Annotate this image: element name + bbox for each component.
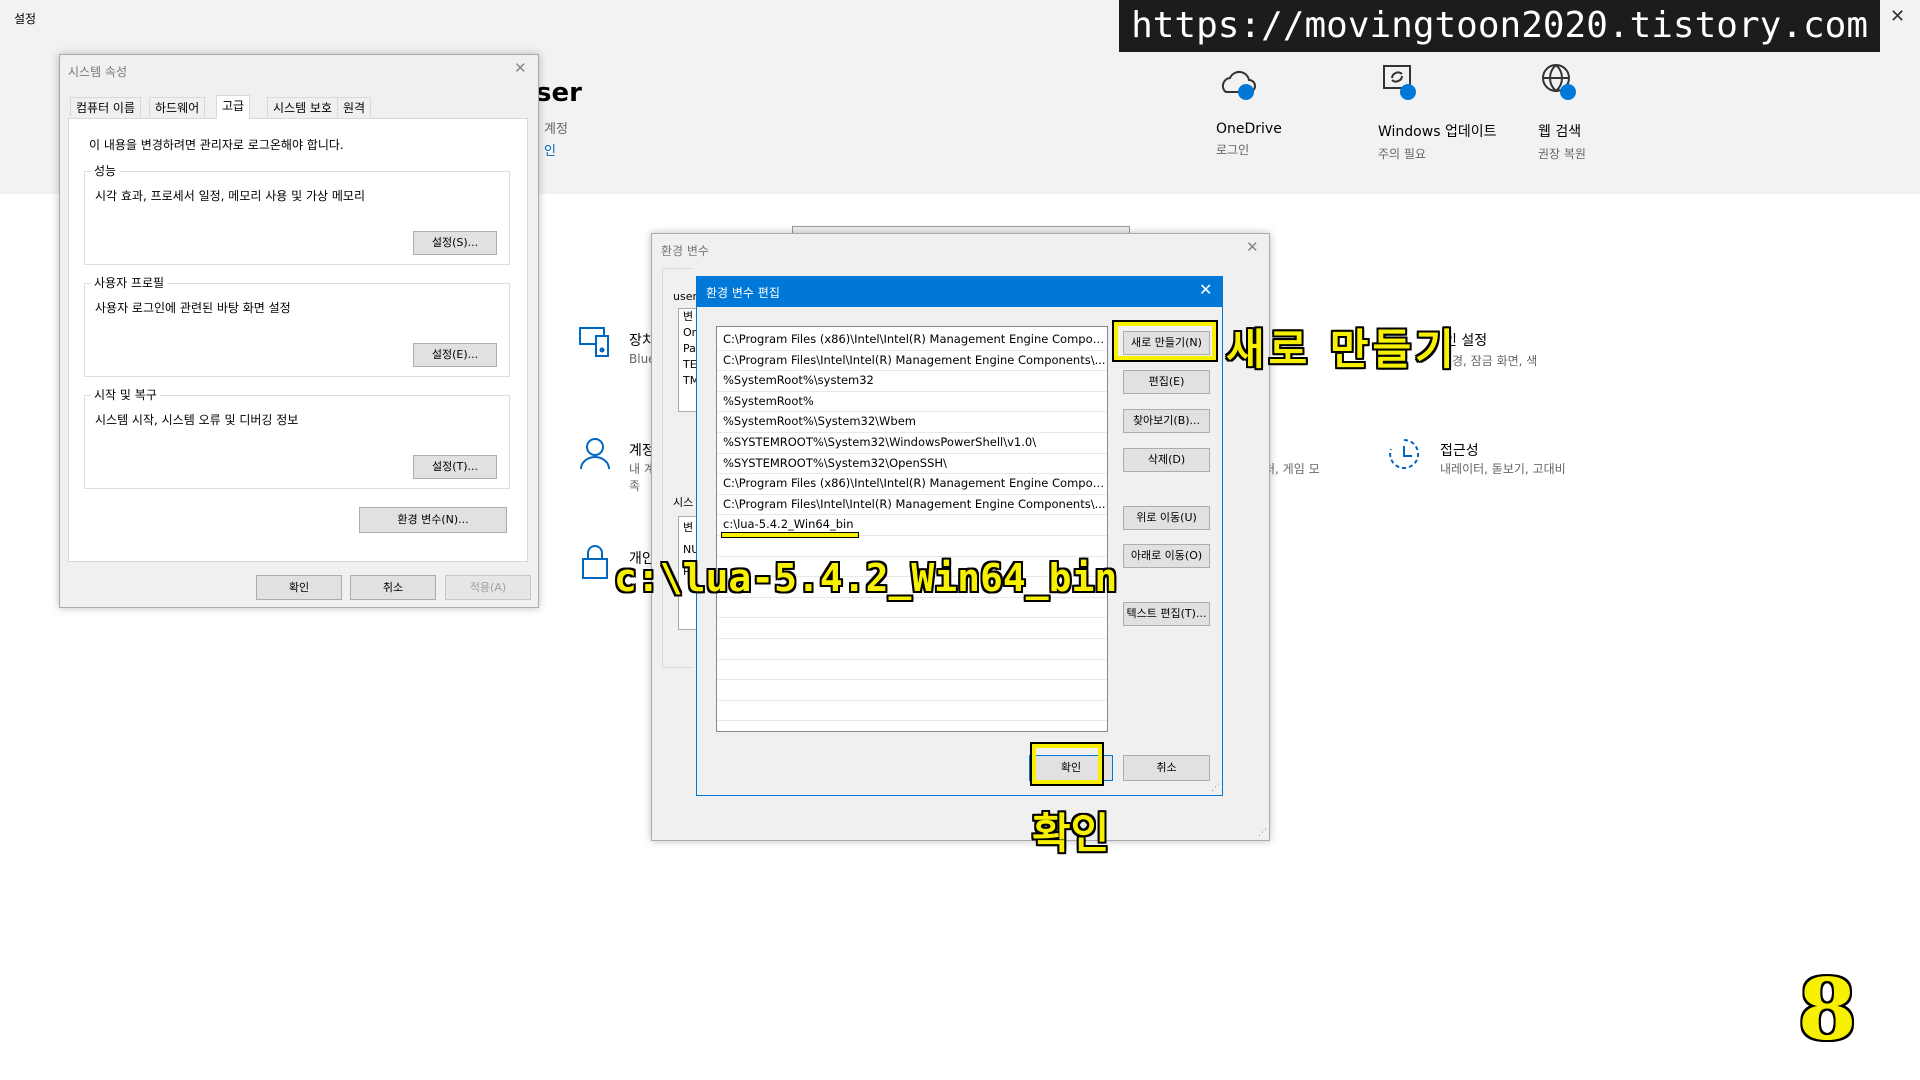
new-annotation: 새로 만들기 (1226, 325, 1458, 374)
empty-row (717, 639, 1107, 660)
system-properties-tabs: 컴퓨터 이름 하드웨어 고급 시스템 보호 원격 (70, 95, 530, 119)
blog-url-banner: https://movingtoon2020.tistory.com (1119, 0, 1880, 52)
resize-grip-icon[interactable]: ⋰ (1258, 828, 1267, 838)
system-properties-dialog: 시스템 속성 ✕ 컴퓨터 이름 하드웨어 고급 시스템 보호 원격 이 내용을 … (59, 54, 539, 608)
ok-button-highlight (1030, 742, 1104, 786)
accessibility-icon (1389, 438, 1420, 469)
environment-variables-title: 환경 변수 (661, 244, 709, 258)
edit-button[interactable]: 편집(E) (1123, 370, 1210, 394)
path-entry[interactable]: %SYSTEMROOT%\System32\OpenSSH\ (717, 454, 1107, 475)
user-profile-settings-button[interactable]: 설정(E)... (413, 343, 497, 367)
tab-hardware[interactable]: 하드웨어 (149, 97, 206, 117)
performance-settings-button[interactable]: 설정(S)... (413, 231, 497, 255)
windows-update-icon (1383, 65, 1416, 100)
system-variables-label: 시스 (673, 496, 694, 509)
person-icon (580, 438, 610, 470)
new-entry-underline (721, 532, 859, 538)
category-personalization-sub: 경, 잠금 화면, 색 (1452, 354, 1538, 368)
path-entry[interactable]: C:\Program Files\Intel\Intel(R) Manageme… (717, 351, 1107, 372)
devices-icon (579, 327, 609, 357)
empty-row (717, 680, 1107, 701)
empty-row (717, 721, 1107, 731)
step-number: 8 (1798, 960, 1857, 1059)
tile-onedrive-sub: 로그인 (1216, 143, 1250, 157)
edit-env-resize-grip-icon[interactable]: ⋰ (1211, 783, 1220, 793)
empty-row (717, 618, 1107, 639)
category-privacy[interactable] (580, 544, 610, 583)
empty-row (717, 598, 1107, 619)
admin-note: 이 내용을 변경하려면 관리자로 로그온해야 합니다. (89, 138, 344, 152)
performance-desc: 시각 효과, 프로세서 일정, 메모리 사용 및 가상 메모리 (95, 189, 365, 203)
category-accounts-sub2: 족 (629, 479, 641, 493)
onedrive-icon (1221, 70, 1256, 100)
category-accessibility-title: 접근성 (1440, 443, 1479, 459)
tile-windows-update-sub: 주의 필요 (1378, 147, 1426, 161)
tile-windows-update-title: Windows 업데이트 (1378, 124, 1497, 140)
startup-recovery-settings-button[interactable]: 설정(T)... (413, 455, 497, 479)
edit-text-button[interactable]: 텍스트 편집(T)... (1123, 602, 1210, 626)
category-accessibility-sub: 내레이터, 돋보기, 고대비 (1440, 462, 1566, 476)
settings-window-title: 설정 (14, 12, 37, 26)
system-properties-apply-button[interactable]: 적용(A) (445, 575, 531, 600)
tile-windows-update[interactable]: Windows 업데이트 주의 필요 (1378, 62, 1498, 162)
startup-recovery-desc: 시스템 시작, 시스템 오류 및 디버깅 정보 (95, 413, 299, 427)
category-accounts[interactable] (578, 436, 612, 473)
environment-variables-button[interactable]: 환경 변수(N)... (359, 507, 507, 533)
system-properties-cancel-button[interactable]: 취소 (350, 575, 436, 600)
user-variables-label: user (673, 290, 697, 303)
move-down-button[interactable]: 아래로 이동(O) (1123, 544, 1210, 568)
delete-button[interactable]: 삭제(D) (1123, 448, 1210, 472)
edit-env-title: 환경 변수 편집 (706, 286, 780, 300)
move-up-button[interactable]: 위로 이동(U) (1123, 506, 1210, 530)
tile-onedrive-title: OneDrive (1216, 121, 1282, 137)
category-gaming-sub: 처, 게임 모 (1264, 462, 1320, 476)
path-entry[interactable]: C:\Program Files\Intel\Intel(R) Manageme… (717, 495, 1107, 516)
user-name-fragment: ser (536, 78, 582, 108)
system-properties-title: 시스템 속성 (68, 65, 128, 79)
web-search-icon (1542, 64, 1576, 100)
tile-web-search[interactable]: 웹 검색 권장 복원 (1538, 62, 1586, 162)
new-button-highlight (1112, 320, 1218, 362)
path-entry[interactable]: %SYSTEMROOT%\System32\WindowsPowerShell\… (717, 433, 1107, 454)
system-properties-close-icon[interactable]: ✕ (514, 59, 527, 77)
advanced-tab-panel: 이 내용을 변경하려면 관리자로 로그온해야 합니다. 성능 시각 효과, 프로… (68, 118, 528, 562)
empty-row (717, 701, 1107, 722)
tab-computer-name[interactable]: 컴퓨터 이름 (70, 97, 142, 117)
path-entry[interactable]: %SystemRoot%\system32 (717, 371, 1107, 392)
system-properties-ok-button[interactable]: 확인 (256, 575, 342, 600)
tile-web-search-sub: 권장 복원 (1538, 147, 1586, 161)
edit-env-cancel-button[interactable]: 취소 (1123, 755, 1210, 781)
settings-close-icon[interactable]: ✕ (1890, 6, 1905, 27)
browse-button[interactable]: 찾아보기(B)... (1123, 409, 1210, 433)
path-annotation: c:\lua-5.4.2_Win64_bin (614, 556, 1118, 600)
tile-web-search-title: 웹 검색 (1538, 124, 1582, 140)
path-entries-list[interactable]: C:\Program Files (x86)\Intel\Intel(R) Ma… (716, 326, 1108, 732)
edit-env-close-icon[interactable]: ✕ (1199, 280, 1212, 299)
ok-annotation: 확인 (1032, 809, 1110, 858)
path-entry[interactable]: C:\Program Files (x86)\Intel\Intel(R) Ma… (717, 474, 1107, 495)
tile-onedrive[interactable]: OneDrive 로그인 (1216, 62, 1282, 158)
path-entry[interactable]: %SystemRoot% (717, 392, 1107, 413)
tab-advanced[interactable]: 고급 (216, 95, 251, 119)
tab-remote[interactable]: 원격 (337, 97, 372, 117)
path-entry[interactable]: C:\Program Files (x86)\Intel\Intel(R) Ma… (717, 330, 1107, 351)
startup-recovery-label: 시작 및 복구 (91, 386, 160, 403)
user-profile-label: 사용자 프로필 (91, 274, 168, 291)
lock-icon (582, 545, 608, 579)
signin-link-fragment[interactable]: 인 (544, 140, 556, 159)
path-entry[interactable]: %SystemRoot%\System32\Wbem (717, 412, 1107, 433)
category-accessibility[interactable] (1386, 436, 1422, 475)
empty-row (717, 660, 1107, 681)
environment-variables-close-icon[interactable]: ✕ (1246, 238, 1259, 256)
empty-row (717, 536, 1107, 557)
account-type-fragment: 계정 (544, 122, 568, 137)
performance-label: 성능 (91, 162, 120, 179)
user-profile-desc: 사용자 로그인에 관련된 바탕 화면 설정 (95, 301, 291, 315)
tab-system-protection[interactable]: 시스템 보호 (267, 97, 339, 117)
category-devices[interactable] (578, 324, 612, 361)
